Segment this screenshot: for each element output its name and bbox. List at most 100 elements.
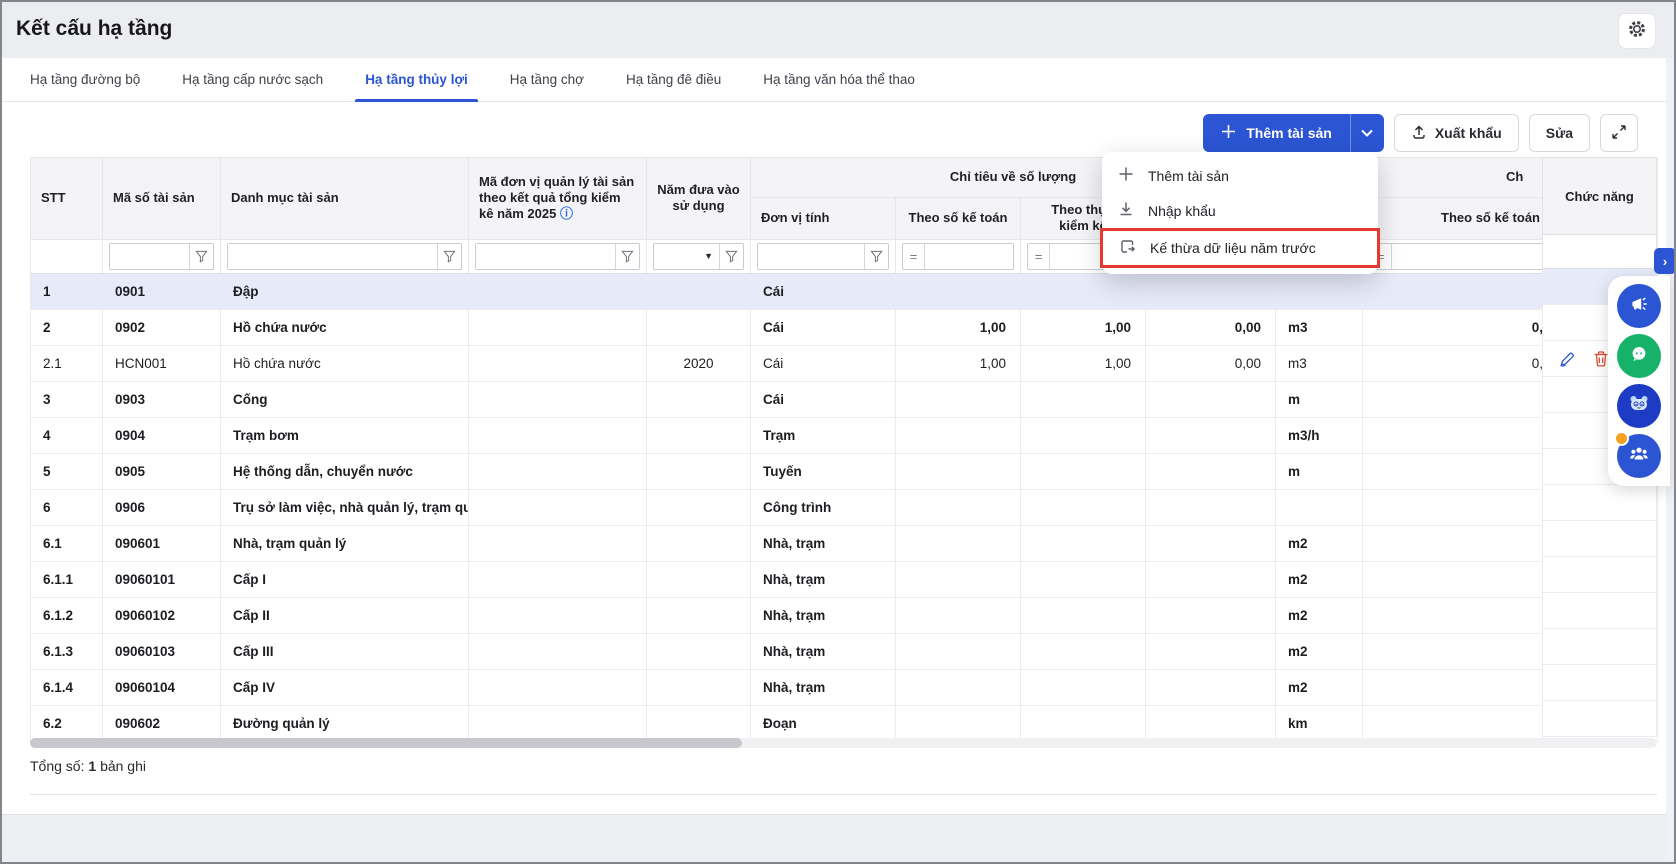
filter-year-select[interactable]: ▼ — [654, 251, 719, 261]
col-by-accounting: Theo số kế toán — [896, 198, 1021, 240]
total-value: 1 — [88, 758, 96, 774]
col-by-accounting2: Theo số kế toán — [1363, 198, 1543, 240]
col-mgmt-unit-label: Mã đơn vị quản lý tài sản theo kết quả t… — [479, 174, 634, 222]
table-row[interactable]: 6.1.1 09060101 Cấp I Nhà, trạm m2 — [31, 561, 1658, 597]
tab-ha-tang-duong-bo[interactable]: Hạ tầng đường bộ — [30, 58, 140, 101]
export-button[interactable]: Xuất khẩu — [1394, 114, 1519, 152]
window-bottom-band — [2, 814, 1674, 862]
menu-item-them-tai-san[interactable]: Thêm tài sản — [1102, 158, 1378, 193]
community-button[interactable] — [1617, 434, 1661, 478]
divider — [30, 794, 1657, 795]
inherit-icon — [1119, 238, 1136, 258]
add-asset-menu-toggle[interactable] — [1350, 114, 1384, 152]
filter-icon[interactable] — [615, 244, 639, 269]
col-category: Danh mục tài sản — [221, 158, 469, 240]
tab-ha-tang-cho[interactable]: Hạ tầng chợ — [510, 58, 584, 101]
col-functions: Chức năng — [1542, 157, 1657, 235]
table-row[interactable]: 5 0905 Hệ thống dẫn, chuyển nước Tuyến m — [31, 453, 1658, 489]
app-window: Kết cấu hạ tầng Hạ tầng đường bộ Hạ tầng… — [0, 0, 1676, 864]
filter-category-input[interactable] — [228, 244, 437, 269]
plus-icon — [1221, 124, 1236, 142]
table-row[interactable]: 2.1 HCN001 Hồ chứa nước 2020 Cái 1,00 1,… — [31, 345, 1658, 381]
info-icon[interactable]: ⓘ — [560, 206, 573, 221]
table-header: STT Mã số tài sản Danh mục tài sản Mã đơ… — [31, 158, 1658, 274]
scrollbar-thumb[interactable] — [30, 738, 742, 748]
panel-collapse-button[interactable]: › — [1654, 248, 1676, 274]
menu-item-label: Kế thừa dữ liệu năm trước — [1150, 240, 1316, 256]
add-asset-button[interactable]: Thêm tài sản — [1203, 114, 1350, 152]
equals-operator[interactable]: = — [903, 244, 925, 269]
filter-unit-input[interactable] — [758, 244, 864, 269]
upload-icon — [1411, 124, 1427, 143]
announcement-button[interactable] — [1617, 284, 1661, 328]
add-asset-label: Thêm tài sản — [1246, 125, 1332, 141]
filter-asset-code-input[interactable] — [110, 244, 189, 269]
people-group-icon — [1627, 442, 1651, 471]
title-bar: Kết cấu hạ tầng — [2, 2, 1674, 58]
filter-icon[interactable] — [189, 244, 213, 269]
col-unit: Đơn vị tính — [751, 198, 896, 240]
filter-by-accounting2: = — [1369, 243, 1543, 270]
tab-bar: Hạ tầng đường bộ Hạ tầng cấp nước sạch H… — [2, 58, 1674, 102]
row-actions-cell — [1542, 665, 1657, 701]
tab-ha-tang-de-dieu[interactable]: Hạ tầng đê điều — [626, 58, 721, 101]
export-label: Xuất khẩu — [1435, 125, 1502, 141]
plus-icon — [1118, 166, 1134, 185]
settings-button[interactable] — [1618, 13, 1656, 49]
asset-table: STT Mã số tài sản Danh mục tài sản Mã đơ… — [30, 157, 1657, 742]
table-row[interactable]: 4 0904 Trạm bơm Trạm m3/h — [31, 417, 1658, 453]
filter-mgmt-unit-input[interactable] — [476, 244, 615, 269]
menu-item-label: Thêm tài sản — [1148, 168, 1229, 184]
assistant-bot-button[interactable] — [1617, 384, 1661, 428]
filter-mgmt-unit — [475, 243, 640, 270]
filter-by-accounting2-input[interactable] — [1392, 244, 1543, 269]
col-year: Năm đưa vào sử dụng — [647, 158, 751, 240]
add-asset-dropdown-menu: Thêm tài sản Nhập khẩu Kế thừa dữ liệu n… — [1102, 152, 1378, 274]
table-row[interactable]: 6.1.3 09060103 Cấp III Nhà, trạm m2 — [31, 633, 1658, 669]
menu-item-label: Nhập khẩu — [1148, 203, 1216, 219]
chevron-right-icon: › — [1663, 254, 1667, 269]
table-row[interactable]: 3 0903 Cống Cái m — [31, 381, 1658, 417]
col-stt: STT — [31, 158, 103, 240]
menu-item-ke-thua-du-lieu[interactable]: Kế thừa dữ liệu năm trước — [1100, 228, 1380, 268]
fullscreen-button[interactable] — [1600, 114, 1638, 152]
row-actions-cell — [1542, 485, 1657, 521]
row-actions-cell — [1542, 629, 1657, 665]
panda-bot-icon — [1626, 391, 1652, 422]
row-actions-cell — [1542, 521, 1657, 557]
tab-ha-tang-cap-nuoc-sach[interactable]: Hạ tầng cấp nước sạch — [182, 58, 323, 101]
filter-year: ▼ — [653, 243, 744, 270]
col-asset-code: Mã số tài sản — [103, 158, 221, 240]
filter-by-accounting-input[interactable] — [925, 244, 1013, 269]
table-row[interactable]: 6.1.4 09060104 Cấp IV Nhà, trạm m2 — [31, 669, 1658, 705]
table-row[interactable]: 6.2 090602 Đường quản lý Đoạn km — [31, 705, 1658, 741]
tab-ha-tang-thuy-loi[interactable]: Hạ tầng thủy lợi — [365, 58, 468, 101]
tab-ha-tang-van-hoa-the-thao[interactable]: Hạ tầng văn hóa thể thao — [763, 58, 915, 101]
chat-bubble-icon — [1627, 342, 1651, 371]
filter-icon[interactable] — [719, 244, 743, 269]
table-row[interactable]: 6 0906 Trụ sở làm việc, nhà quản lý, trạ… — [31, 489, 1658, 525]
gear-icon — [1626, 18, 1648, 45]
edit-row-button[interactable] — [1557, 349, 1577, 369]
filter-icon[interactable] — [864, 244, 888, 269]
row-actions-cell — [1542, 701, 1657, 737]
table-row[interactable]: 6.1.2 09060102 Cấp II Nhà, trạm m2 — [31, 597, 1658, 633]
megaphone-icon — [1628, 293, 1650, 320]
table-row[interactable]: 2 0902 Hồ chứa nước Cái 1,00 1,00 0,00 m… — [31, 309, 1658, 345]
table-row[interactable]: 1 0901 Đập Cái — [31, 273, 1658, 309]
filter-icon[interactable] — [437, 244, 461, 269]
filter-by-accounting: = — [902, 243, 1014, 270]
chat-button[interactable] — [1617, 334, 1661, 378]
filter-category — [227, 243, 462, 270]
horizontal-scrollbar[interactable] — [30, 738, 1657, 748]
expand-icon — [1611, 124, 1627, 143]
equals-operator[interactable]: = — [1028, 244, 1050, 269]
table-body: 1 0901 Đập Cái 2 0902 Hồ chứa nước Cái 1… — [31, 273, 1658, 741]
edit-mode-button[interactable]: Sửa — [1529, 114, 1590, 152]
chevron-down-icon — [1361, 124, 1373, 142]
caret-down-icon: ▼ — [704, 251, 713, 261]
import-icon — [1118, 201, 1134, 220]
table-row[interactable]: 6.1 090601 Nhà, trạm quản lý Nhà, trạm m… — [31, 525, 1658, 561]
menu-item-nhap-khau[interactable]: Nhập khẩu — [1102, 193, 1378, 228]
toolbar: Thêm tài sản Xuất khẩu Sửa — [1203, 114, 1638, 152]
